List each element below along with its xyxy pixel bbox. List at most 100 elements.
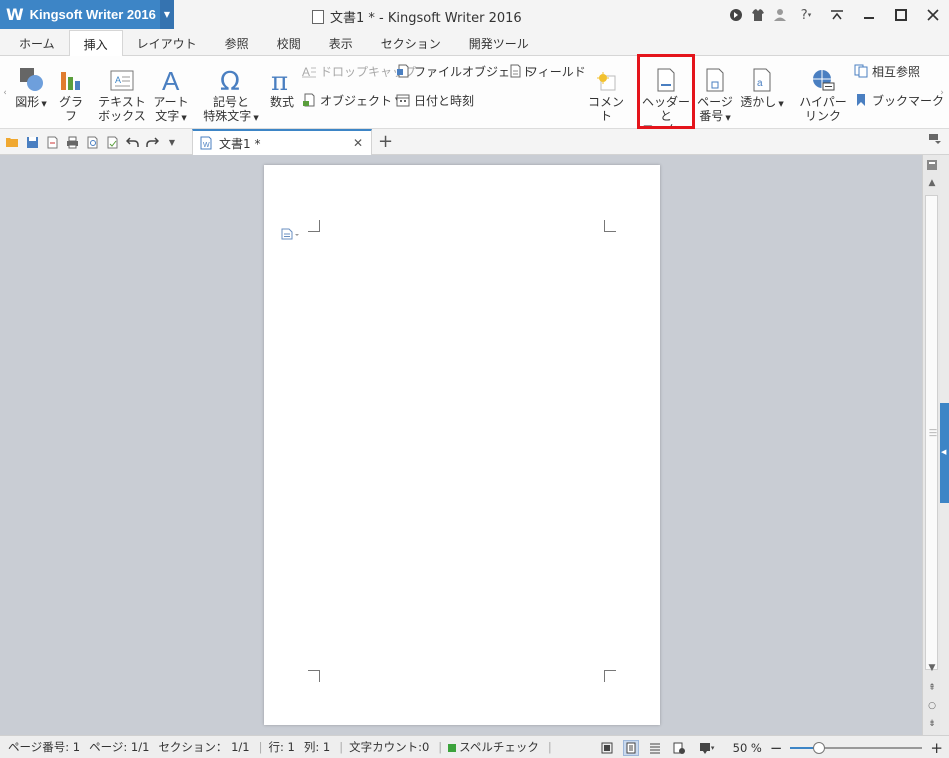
status-divider: | <box>438 740 443 754</box>
chart-label: グラフ <box>58 95 83 123</box>
web-view-icon[interactable] <box>671 740 687 756</box>
symbol-button[interactable]: Ω 記号と 特殊文字 ▼ <box>200 62 262 125</box>
word-art-icon: A <box>159 62 183 92</box>
next-page-icon[interactable]: ⇟ <box>923 716 941 732</box>
calendar-icon <box>396 93 410 107</box>
document-workspace[interactable] <box>0 155 922 735</box>
open-folder-icon[interactable] <box>4 134 20 150</box>
side-panel-arrow-icon: ◀ <box>941 448 947 456</box>
page-view-icon[interactable] <box>622 739 639 756</box>
spell-check-button[interactable]: スペルチェック <box>448 739 539 755</box>
ribbon-tabs: ホーム 挿入 レイアウト 参照 校閲 表示 セクション 開発ツール <box>0 30 949 57</box>
cross-reference-button[interactable]: 相互参照 <box>854 62 920 80</box>
zoom-in-icon[interactable]: + <box>930 739 943 757</box>
header-footer-highlight <box>637 54 695 129</box>
close-tab-icon[interactable]: ✕ <box>353 136 363 150</box>
page-number-button[interactable]: ページ 番号 ▼ <box>694 62 736 125</box>
shapes-button[interactable]: 図形 ▼ <box>12 62 50 111</box>
document-icon <box>312 9 324 24</box>
tab-list-icon[interactable] <box>929 134 941 147</box>
tab-section[interactable]: セクション <box>367 30 455 56</box>
tab-review[interactable]: 校閲 <box>263 30 315 56</box>
app-menu-button[interactable]: W Kingsoft Writer 2016 ▼ <box>0 0 174 29</box>
tab-view[interactable]: 表示 <box>315 30 367 56</box>
collapse-ribbon-icon[interactable] <box>821 0 853 30</box>
tshirt-icon[interactable] <box>747 0 769 30</box>
redo-icon[interactable] <box>144 134 160 150</box>
word-art-button[interactable]: A アート 文字 ▼ <box>150 62 192 125</box>
quick-access-toolbar: ▼ W 文書1 * ✕ + <box>0 129 949 155</box>
document-page[interactable] <box>264 165 660 725</box>
new-tab-icon[interactable]: + <box>378 131 393 152</box>
save-icon[interactable] <box>24 134 40 150</box>
hyperlink-button[interactable]: ハイパー リンク <box>798 62 848 123</box>
minimize-icon[interactable] <box>853 0 885 30</box>
print-icon[interactable] <box>64 134 80 150</box>
status-divider: | <box>339 740 344 754</box>
status-col[interactable]: 列: 1 <box>304 739 330 755</box>
zoom-out-icon[interactable]: − <box>770 739 783 757</box>
tab-insert[interactable]: 挿入 <box>68 30 123 57</box>
tab-home[interactable]: ホーム <box>5 30 69 56</box>
tab-developer[interactable]: 開発ツール <box>455 30 543 56</box>
equation-button[interactable]: π 数式 <box>266 62 298 109</box>
status-section[interactable]: セクション： 1/1 <box>158 739 249 755</box>
hyperlink-label-2: リンク <box>804 109 841 123</box>
zoom-level[interactable]: 50 % <box>733 741 762 755</box>
scroll-up-icon[interactable]: ▲ <box>923 175 941 191</box>
tab-references[interactable]: 参照 <box>211 30 263 56</box>
undo-icon[interactable] <box>124 134 140 150</box>
shapes-label: 図形 <box>15 95 40 109</box>
status-divider: | <box>258 740 263 754</box>
datetime-button[interactable]: 日付と時刻 <box>396 91 474 109</box>
vertical-scrollbar[interactable]: ▲ — — — ▼ ⇞ ○ ⇟ <box>922 155 940 735</box>
dropcap-icon: A <box>302 64 316 78</box>
side-panel-toggle[interactable]: ◀ <box>940 403 949 503</box>
zoom-knob[interactable] <box>813 741 826 754</box>
spell-preview-icon[interactable] <box>104 134 120 150</box>
object-button[interactable]: オブジェクト▼ <box>302 91 400 109</box>
previous-page-icon[interactable]: ⇞ <box>923 680 941 696</box>
help-icon[interactable]: ? ▾ <box>791 0 821 30</box>
field-button[interactable]: フィールド <box>508 62 586 80</box>
outline-view-icon[interactable] <box>647 740 663 756</box>
ribbon-insert: ‹ › 図形▼ グラフ A テキスト ボックス▼ A アート 文字▼ Ω 記号と… <box>0 56 949 137</box>
chart-button[interactable]: グラフ <box>54 62 88 123</box>
comment-button[interactable]: コメント <box>584 62 628 123</box>
user-icon[interactable] <box>769 0 791 30</box>
svg-text:π: π <box>271 67 288 92</box>
maximize-icon[interactable] <box>885 0 917 30</box>
reading-mode-icon[interactable]: ▾ <box>695 740 719 756</box>
comment-icon <box>595 62 617 92</box>
print-preview-icon[interactable] <box>84 134 100 150</box>
equation-label: 数式 <box>269 95 294 109</box>
zoom-slider[interactable] <box>790 741 923 754</box>
paragraph-layout-icon[interactable] <box>281 228 301 243</box>
textbox-icon: A <box>110 62 134 92</box>
status-page[interactable]: ページ: 1/1 <box>89 739 149 755</box>
textbox-button[interactable]: A テキスト ボックス▼ <box>96 62 148 139</box>
app-menu-dropdown-icon[interactable]: ▼ <box>160 0 174 29</box>
document-tab[interactable]: W 文書1 * ✕ <box>192 129 372 155</box>
browse-object-icon[interactable]: ○ <box>923 698 941 714</box>
status-row[interactable]: 行: 1 <box>268 739 294 755</box>
close-icon[interactable] <box>917 0 949 30</box>
tab-layout[interactable]: レイアウト <box>123 30 211 56</box>
status-word-count[interactable]: 文字カウント:0 <box>349 739 429 755</box>
watermark-label: 透かし <box>740 95 777 109</box>
ribbon-scroll-left-icon[interactable]: ‹ <box>0 56 10 129</box>
bookmark-button[interactable]: ブックマーク <box>854 91 944 109</box>
word-art-label-2: 文字 <box>155 109 180 123</box>
scroll-down-icon[interactable]: ▼ <box>923 660 941 676</box>
export-pdf-icon[interactable] <box>44 134 60 150</box>
word-art-label-1: アート <box>153 95 189 109</box>
watermark-button[interactable]: a 透かし ▼ <box>738 62 786 111</box>
pi-icon: π <box>269 62 295 92</box>
fullscreen-view-icon[interactable] <box>599 740 615 756</box>
split-view-icon[interactable] <box>923 157 941 173</box>
scroll-thumb[interactable]: — — — <box>925 195 938 670</box>
status-page-number[interactable]: ページ番号: 1 <box>8 739 80 755</box>
customize-dropdown-icon[interactable]: ▼ <box>164 134 180 150</box>
shapes-icon <box>18 62 44 92</box>
skin-icon[interactable] <box>725 0 747 30</box>
